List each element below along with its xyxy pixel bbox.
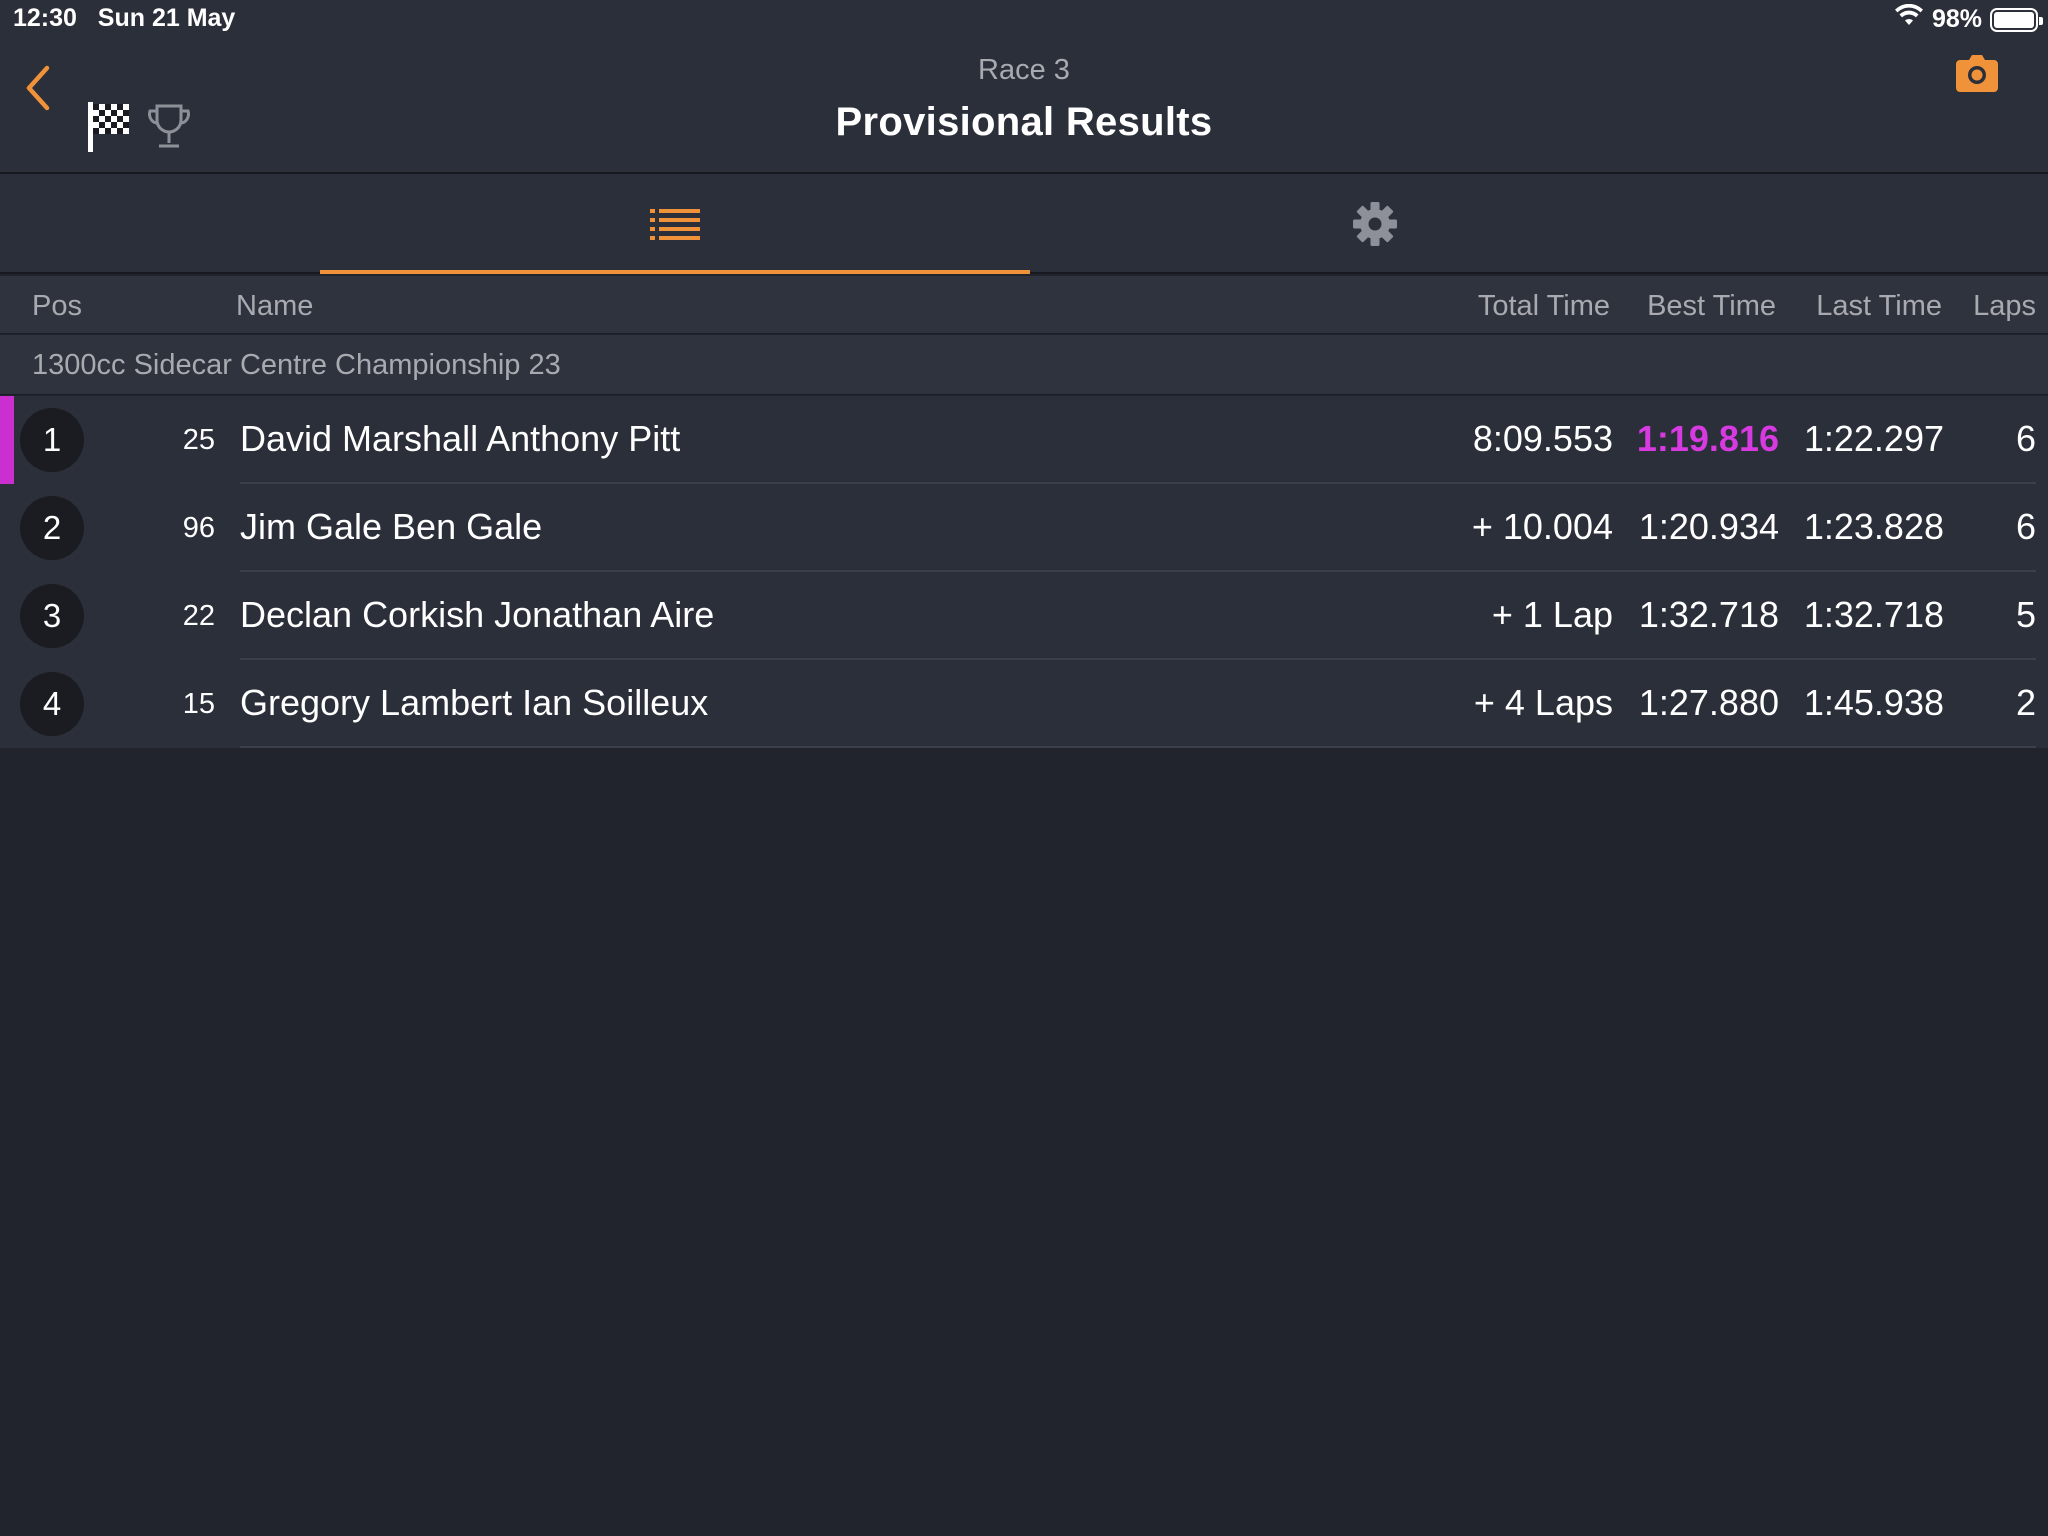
last-time: 1:23.828 [1803,506,1944,547]
competitor-number: 22 [182,600,215,632]
wifi-icon [1894,3,1924,35]
camera-button[interactable] [1954,52,2000,94]
nav-header: Race 3 Provisional Results [0,40,2048,174]
competitor-name: Jim Gale Ben Gale [240,506,543,547]
competitor-name: Gregory Lambert Ian Soilleux [240,682,709,723]
competitor-number: 96 [182,512,215,544]
tab-settings[interactable] [1020,174,1730,274]
column-header-last-time: Last Time [1816,290,1942,322]
page-title: Provisional Results [835,100,1213,144]
class-name: 1300cc Sidecar Centre Championship 23 [32,349,561,381]
competitor-number: 25 [182,424,215,456]
last-time: 1:45.938 [1803,682,1944,723]
battery-icon [1990,7,2043,32]
position-badge: 4 [20,672,84,736]
leader-indicator [0,396,14,484]
laps-count: 6 [2015,506,2036,547]
column-header-total-time: Total Time [1477,290,1610,322]
column-header-name: Name [236,290,314,322]
last-time: 1:22.297 [1803,418,1944,459]
best-time: 1:20.934 [1638,506,1779,547]
status-indicators: 98% [1894,3,2043,35]
laps-count: 5 [2015,594,2036,635]
camera-icon [1956,55,1998,92]
best-time-fastest: 1:19.816 [1636,418,1779,459]
competitor-number: 15 [182,688,215,720]
table-row[interactable]: 3 22 Declan Corkish Jonathan Aire + 1 La… [0,572,2048,660]
race-subtitle: Race 3 [978,54,1070,86]
last-time: 1:32.718 [1803,594,1944,635]
total-time: + 4 Laps [1473,682,1613,723]
position-badge: 3 [20,584,84,648]
competitor-name: Declan Corkish Jonathan Aire [240,594,715,635]
best-time: 1:32.718 [1638,594,1779,635]
competitor-name: David Marshall Anthony Pitt [240,418,681,459]
tab-results-list[interactable] [320,174,1030,274]
laps-count: 2 [2015,682,2036,723]
table-row[interactable]: 4 15 Gregory Lambert Ian Soilleux + 4 La… [0,660,2048,748]
status-bar: 12:30 Sun 21 May 98% [0,0,2048,40]
battery-percent: 98% [1931,5,1982,33]
class-section-header: 1300cc Sidecar Centre Championship 23 [0,335,2048,395]
position-badge: 1 [20,408,84,472]
column-header-pos: Pos [32,290,82,322]
table-row[interactable]: 1 25 David Marshall Anthony Pitt 8:09.55… [0,396,2048,484]
list-icon [650,209,700,240]
status-time: 12:30 Sun 21 May [13,4,236,32]
total-time: + 10.004 [1471,506,1613,547]
table-row[interactable]: 2 96 Jim Gale Ben Gale + 10.004 1:20.934… [0,484,2048,572]
total-time: + 1 Lap [1491,594,1613,635]
best-time: 1:27.880 [1638,682,1779,723]
column-header-laps: Laps [1973,290,2036,322]
column-header-row: Pos Name Total Time Best Time Last Time … [0,276,2048,334]
column-header-best-time: Best Time [1647,290,1776,322]
results-list: 1 25 David Marshall Anthony Pitt 8:09.55… [0,396,2048,748]
position-badge: 2 [20,496,84,560]
total-time: 8:09.553 [1472,418,1613,459]
gear-icon [1353,202,1397,246]
tab-bar [0,174,2048,274]
laps-count: 6 [2015,418,2036,459]
